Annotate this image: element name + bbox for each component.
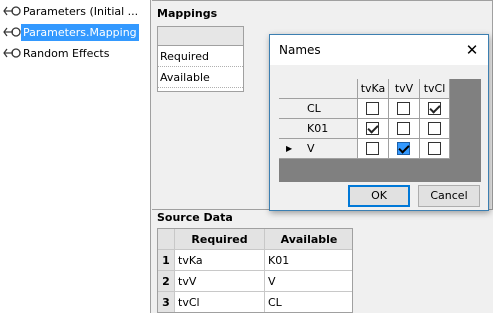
checkbox[interactable] (428, 142, 441, 155)
close-icon[interactable]: ✕ (460, 39, 484, 61)
parameter-node-icon (3, 25, 21, 39)
names-row-label[interactable]: CL (279, 99, 358, 119)
names-cell[interactable] (389, 119, 420, 139)
mappings-row-required[interactable]: Required (158, 46, 243, 67)
source-data-grid[interactable]: Required Available 1 tvKa K01 2 tvV V 3 … (157, 228, 353, 313)
mappings-title: Mappings (157, 7, 218, 20)
tree-panel: Parameters (Initial ... Parameters.Mappi… (0, 0, 151, 313)
source-cell-required[interactable]: tvV (175, 271, 265, 292)
names-grid-corner (279, 79, 358, 99)
cancel-button[interactable]: Cancel (418, 185, 480, 207)
source-grid-corner (158, 229, 175, 250)
tree-item-parameters-initial[interactable]: Parameters (Initial ... (3, 2, 140, 20)
tree-item-label: Parameters (Initial ... (23, 4, 139, 18)
checkbox[interactable] (366, 122, 379, 135)
tree-item-label: Random Effects (23, 46, 110, 60)
checkbox[interactable] (366, 102, 379, 115)
tree-item-random-effects[interactable]: Random Effects (3, 44, 111, 62)
column-header-tvv[interactable]: tvV (389, 79, 420, 99)
names-dialog: Names ✕ tvKa tvV tvCl CL K01 V ▶ OK Canc… (269, 34, 489, 211)
column-header-tvcl[interactable]: tvCl (420, 79, 450, 99)
dialog-body: tvKa tvV tvCl CL K01 V ▶ OK Cancel (270, 65, 488, 210)
source-cell-available[interactable]: V (265, 271, 352, 292)
names-grid[interactable]: tvKa tvV tvCl CL K01 V ▶ (279, 79, 481, 182)
parameter-node-icon (3, 4, 21, 18)
names-cell[interactable] (358, 139, 389, 159)
names-cell[interactable] (358, 99, 389, 119)
names-cell[interactable] (358, 119, 389, 139)
column-header-tvka[interactable]: tvKa (358, 79, 389, 99)
source-column-header-required[interactable]: Required (175, 229, 265, 250)
mappings-grid-header (158, 27, 243, 46)
checkbox[interactable] (366, 142, 379, 155)
source-column-header-available[interactable]: Available (265, 229, 352, 250)
source-row-header[interactable]: 2 (158, 271, 175, 292)
names-cell[interactable] (420, 99, 450, 119)
tree-item-label: Parameters.Mapping (21, 23, 139, 41)
checkbox[interactable] (397, 102, 410, 115)
names-cell[interactable] (420, 119, 450, 139)
source-cell-required[interactable]: tvCl (175, 292, 265, 312)
source-cell-available[interactable]: K01 (265, 250, 352, 271)
source-row-header[interactable]: 3 (158, 292, 175, 312)
names-row-label[interactable]: K01 (279, 119, 358, 139)
tree-item-parameters-mapping[interactable]: Parameters.Mapping (3, 23, 139, 41)
mappings-row-available[interactable]: Available (158, 67, 243, 88)
source-cell-available[interactable]: CL (265, 292, 352, 312)
mappings-grid[interactable]: Required Available (157, 26, 244, 92)
checkbox[interactable] (428, 102, 441, 115)
dialog-title: Names (279, 43, 321, 57)
checkbox[interactable] (428, 122, 441, 135)
dialog-title-bar[interactable]: Names ✕ (270, 35, 488, 65)
checkbox[interactable] (397, 142, 410, 155)
parameter-node-icon (3, 46, 21, 60)
checkbox[interactable] (397, 122, 410, 135)
source-row-header[interactable]: 1 (158, 250, 175, 271)
source-cell-required[interactable]: tvKa (175, 250, 265, 271)
names-cell[interactable] (389, 99, 420, 119)
names-cell[interactable] (420, 139, 450, 159)
names-cell[interactable] (389, 139, 420, 159)
current-row-indicator-icon: ▶ (286, 144, 293, 153)
ok-button[interactable]: OK (348, 185, 410, 207)
source-data-title: Source Data (157, 211, 233, 224)
